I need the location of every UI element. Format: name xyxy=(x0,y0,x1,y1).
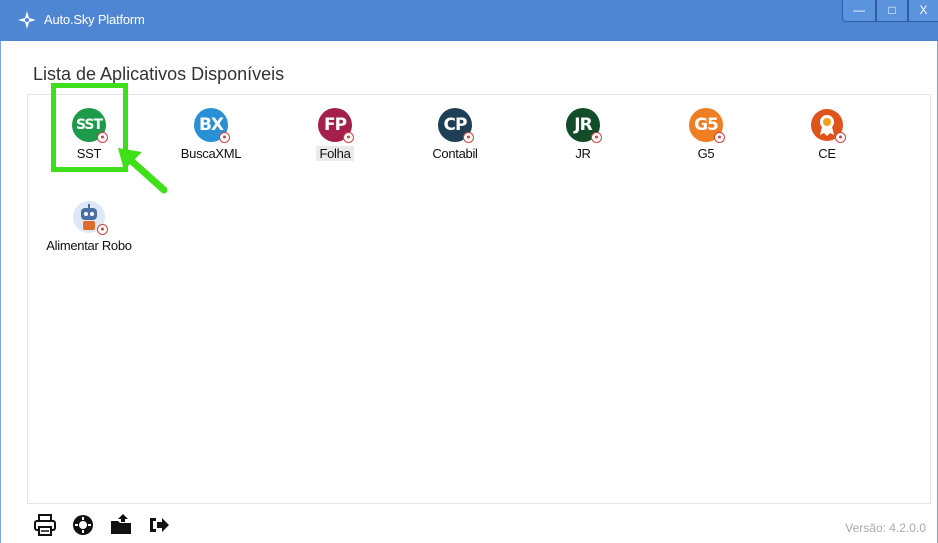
app-status-icon: ● xyxy=(463,132,474,143)
jr-app-icon: JR ● xyxy=(566,108,602,143)
minimize-button[interactable]: — xyxy=(842,0,876,22)
printer-icon[interactable] xyxy=(33,513,57,537)
alimentar-robo-app-icon: ● xyxy=(72,200,108,235)
close-button[interactable]: X xyxy=(908,0,938,22)
app-status-icon: ● xyxy=(343,132,354,143)
app-label: JR xyxy=(575,146,591,161)
buscaxml-app-icon: BX ● xyxy=(194,108,230,143)
page-title: Lista de Aplicativos Disponíveis xyxy=(33,64,285,84)
app-label: Contabil xyxy=(432,146,478,161)
app-status-icon: ● xyxy=(97,224,108,235)
app-g5[interactable]: G5 ● G5 xyxy=(656,108,756,163)
folder-upload-icon[interactable] xyxy=(109,513,133,537)
maximize-button[interactable]: □ xyxy=(876,0,908,22)
app-label: CE xyxy=(818,146,836,161)
gear-icon[interactable] xyxy=(71,513,95,537)
app-contabil[interactable]: CP ● Contabil xyxy=(405,108,505,163)
window-title: Auto.Sky Platform xyxy=(44,12,145,27)
app-folha[interactable]: FP ● Folha xyxy=(285,108,385,163)
logout-icon[interactable] xyxy=(147,513,171,537)
g5-app-icon: G5 ● xyxy=(689,108,725,143)
footer-toolbar xyxy=(33,513,171,537)
app-label: Folha xyxy=(316,146,354,161)
app-buscaxml[interactable]: BX ● BuscaXML xyxy=(161,108,261,163)
contabil-app-icon: CP ● xyxy=(438,108,474,143)
app-label: Alimentar Robo xyxy=(46,238,132,253)
title-bar: Auto.Sky Platform — □ X xyxy=(0,0,938,41)
app-status-icon: ● xyxy=(591,132,602,143)
autosky-logo-icon xyxy=(18,11,36,29)
app-status-icon: ● xyxy=(835,132,846,143)
app-status-icon: ● xyxy=(714,132,725,143)
ce-app-icon: ● xyxy=(810,108,846,143)
app-ce[interactable]: ● CE xyxy=(777,108,877,163)
app-jr[interactable]: JR ● JR xyxy=(533,108,633,163)
app-label: BuscaXML xyxy=(180,146,242,161)
window-controls: — □ X xyxy=(842,0,938,22)
app-label: G5 xyxy=(697,146,715,161)
folha-app-icon: FP ● xyxy=(318,108,354,143)
app-status-icon: ● xyxy=(219,132,230,143)
version-label: Versão: 4.2.0.0 xyxy=(845,521,926,535)
annotation-arrow-icon xyxy=(118,148,168,194)
app-alimentar-robo[interactable]: ● Alimentar Robo xyxy=(39,200,139,255)
